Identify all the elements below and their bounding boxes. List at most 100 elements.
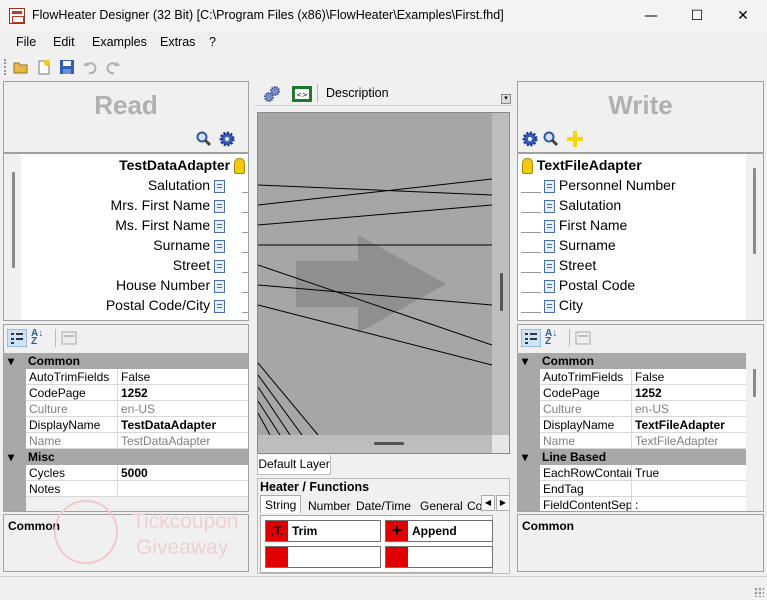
canvas-vscrollbar[interactable] (492, 113, 509, 435)
prop-row-name[interactable]: Name TestDataAdapter (26, 433, 248, 449)
sort-alpha-icon[interactable]: A↓ Z (31, 329, 43, 347)
categorized-icon[interactable] (7, 329, 27, 347)
tab-number[interactable]: Number (304, 497, 355, 515)
menu-bar: File Edit Examples Extras ? (0, 32, 767, 54)
write-title: Write (608, 90, 673, 120)
category-common[interactable]: ▾ Common (4, 353, 248, 369)
tab-string[interactable]: String (260, 495, 302, 513)
gear-icon[interactable] (219, 131, 235, 147)
menu-examples[interactable]: Examples (92, 35, 147, 49)
read-field-postal-code-city[interactable]: Postal Code/City (106, 295, 225, 315)
tab-scroll-left-icon[interactable]: ◀ (481, 495, 495, 511)
read-field-mrs-first-name[interactable]: Mrs. First Name (111, 195, 225, 215)
toolbar-overflow-button[interactable]: ▾ (501, 94, 511, 104)
write-field-salutation[interactable]: Salutation (544, 195, 621, 215)
redo-icon[interactable] (105, 59, 121, 75)
write-field-personnel-number[interactable]: Personnel Number (544, 175, 676, 195)
gears-icon[interactable] (263, 85, 281, 103)
field-icon (214, 219, 225, 233)
toolbar-grip (4, 59, 7, 75)
open-folder-icon[interactable] (13, 59, 29, 75)
write-adapter-node[interactable]: TextFileAdapter (522, 155, 642, 175)
menu-extras[interactable]: Extras (160, 35, 195, 49)
add-icon[interactable] (566, 130, 584, 148)
minimize-button[interactable]: — (628, 0, 674, 32)
tab-scroll-right-icon[interactable]: ▶ (496, 495, 509, 511)
function-button-partial[interactable] (265, 546, 381, 568)
read-field-ms-first-name[interactable]: Ms. First Name (115, 215, 225, 235)
menu-help[interactable]: ? (209, 35, 216, 49)
read-field-salutation[interactable]: Salutation (148, 175, 225, 195)
search-icon[interactable] (543, 131, 559, 147)
write-field-first-name[interactable]: First Name (544, 215, 627, 235)
title-bar: FlowHeater Designer (32 Bit) [C:\Program… (0, 0, 767, 32)
category-line-based[interactable]: ▾ Line Based (518, 449, 746, 465)
prop-row-codepage[interactable]: CodePage 1252 (26, 385, 248, 401)
scroll-thumb[interactable] (500, 273, 503, 311)
read-field-surname[interactable]: Surname (153, 235, 225, 255)
close-button[interactable]: ✕ (720, 0, 766, 32)
canvas-hscrollbar[interactable] (258, 435, 492, 453)
function-button-partial[interactable] (385, 546, 493, 568)
tab-date-time[interactable]: Date/Time (352, 497, 415, 515)
search-icon[interactable] (196, 131, 212, 147)
prop-row-eachrowcontains[interactable]: EachRowContains True (540, 465, 746, 481)
grid-margin (4, 369, 26, 511)
tab-default-layer[interactable]: Default Layer (257, 455, 331, 475)
tab-general[interactable]: General (416, 497, 467, 515)
read-adapter-node[interactable]: TestDataAdapter (119, 155, 245, 175)
function-append-button[interactable]: + Append (385, 520, 493, 542)
save-icon[interactable] (59, 59, 75, 75)
read-header: Read (3, 81, 249, 153)
prop-row-autotrimfields[interactable]: AutoTrimFields False (540, 369, 746, 385)
collapse-icon[interactable]: ▾ (8, 449, 14, 465)
tree-connectors (242, 184, 248, 314)
undo-icon[interactable] (82, 59, 98, 75)
prop-row-codepage[interactable]: CodePage 1252 (540, 385, 746, 401)
separator (317, 84, 318, 102)
read-tree-scrollbar[interactable] (4, 154, 21, 320)
property-pages-icon[interactable] (575, 330, 591, 346)
prop-row-name[interactable]: Name TextFileAdapter (540, 433, 746, 449)
description-button[interactable]: Description (326, 86, 389, 100)
scroll-thumb[interactable] (374, 442, 404, 445)
prop-row-autotrimfields[interactable]: AutoTrimFields False (26, 369, 248, 385)
categorized-icon[interactable] (521, 329, 541, 347)
read-field-house-number[interactable]: House Number (116, 275, 225, 295)
category-misc[interactable]: ▾ Misc (4, 449, 248, 465)
layer-view-icon[interactable]: <> (292, 85, 312, 103)
prop-row-displayname[interactable]: DisplayName TestDataAdapter (26, 417, 248, 433)
menu-edit[interactable]: Edit (53, 35, 75, 49)
prop-row-notes[interactable]: Notes (26, 481, 248, 497)
write-field-street[interactable]: Street (544, 255, 596, 275)
scroll-thumb[interactable] (753, 168, 756, 254)
prop-row-displayname[interactable]: DisplayName TextFileAdapter (540, 417, 746, 433)
mapping-canvas[interactable] (257, 112, 510, 454)
property-pages-icon[interactable] (61, 330, 77, 346)
maximize-button[interactable]: ☐ (674, 0, 720, 32)
collapse-icon[interactable]: ▾ (522, 353, 528, 369)
prop-row-fieldcontentseparator[interactable]: FieldContentSepar: (540, 497, 746, 511)
gear-icon[interactable] (522, 131, 538, 147)
prop-row-cycles[interactable]: Cycles 5000 (26, 465, 248, 481)
function-icon (266, 547, 288, 567)
category-common[interactable]: ▾ Common (518, 353, 746, 369)
prop-row-culture[interactable]: Culture en-US (540, 401, 746, 417)
collapse-icon[interactable]: ▾ (8, 353, 14, 369)
scroll-thumb[interactable] (753, 369, 756, 397)
write-field-city[interactable]: City (544, 295, 583, 315)
write-field-postal-code[interactable]: Postal Code (544, 275, 635, 295)
sort-alpha-icon[interactable]: A↓ Z (545, 329, 557, 347)
scroll-thumb[interactable] (12, 172, 15, 268)
menu-file[interactable]: File (16, 35, 36, 49)
resize-grip-icon[interactable] (754, 587, 764, 597)
prop-row-endtag[interactable]: EndTag (540, 481, 746, 497)
collapse-icon[interactable]: ▾ (522, 449, 528, 465)
read-field-street[interactable]: Street (173, 255, 225, 275)
new-file-icon[interactable] (36, 59, 52, 75)
write-field-surname[interactable]: Surname (544, 235, 616, 255)
prop-row-culture[interactable]: Culture en-US (26, 401, 248, 417)
function-trim-button[interactable]: .T. Trim (265, 520, 381, 542)
write-tree-scrollbar[interactable] (746, 154, 763, 320)
write-grid-scrollbar[interactable] (746, 353, 763, 511)
